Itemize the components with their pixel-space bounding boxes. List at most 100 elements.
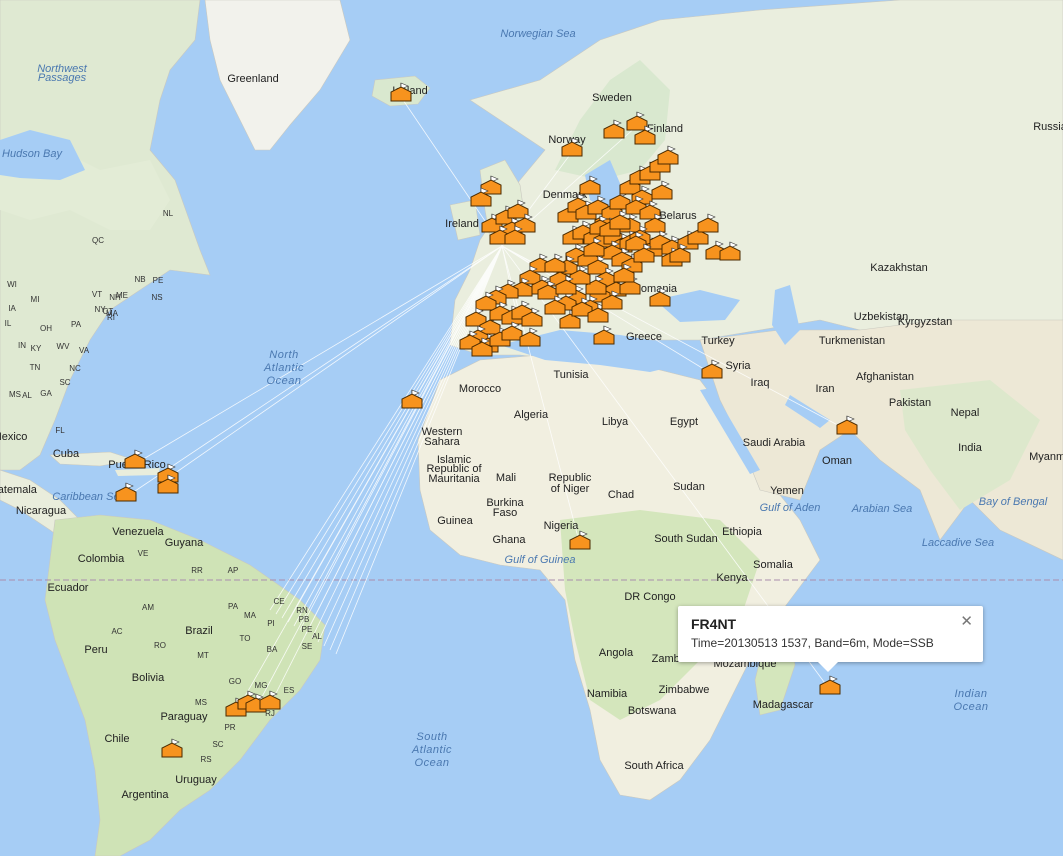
- state-label: FL: [55, 426, 65, 435]
- state-label: RJ: [265, 709, 275, 718]
- state-label: IN: [18, 341, 26, 350]
- state-label: PA: [71, 320, 82, 329]
- country-label: Oman: [822, 455, 852, 467]
- state-label: AC: [111, 627, 122, 636]
- state-label: RO: [154, 641, 166, 650]
- country-label: Afghanistan: [856, 371, 914, 383]
- country-label: Faso: [493, 507, 517, 519]
- contact-details: Time=20130513 1537, Band=6m, Mode=SSB: [691, 636, 934, 650]
- country-label: Namibia: [587, 688, 628, 700]
- country-label: Nicaragua: [16, 505, 67, 517]
- country-label: Guinea: [437, 515, 473, 527]
- state-label: AL: [312, 632, 322, 641]
- state-label: BA: [267, 645, 278, 654]
- state-label: WI: [7, 280, 17, 289]
- sea-label: Norwegian Sea: [500, 28, 575, 40]
- state-label: MA: [244, 611, 257, 620]
- country-label: Colombia: [78, 553, 125, 565]
- state-label: RN: [296, 606, 308, 615]
- country-label: Bolivia: [132, 672, 165, 684]
- state-label: SC: [59, 378, 70, 387]
- sea-label: Arabian Sea: [851, 503, 913, 515]
- state-label: NS: [151, 293, 162, 302]
- ocean-label: Atlantic: [263, 362, 304, 374]
- ocean-label: Ocean: [415, 757, 450, 769]
- country-label: Venezuela: [112, 526, 164, 538]
- country-label: Ethiopia: [722, 526, 763, 538]
- country-label: South Africa: [624, 760, 684, 772]
- country-label: Kyrgyzstan: [898, 316, 952, 328]
- state-label: VT: [92, 290, 102, 299]
- state-label: NB: [134, 275, 145, 284]
- state-label: TO: [240, 634, 251, 643]
- callsign-title: FR4NT: [691, 616, 737, 632]
- country-label: Kenya: [716, 572, 748, 584]
- state-label: KY: [31, 344, 42, 353]
- state-label: SE: [302, 642, 313, 651]
- state-label: PE: [302, 625, 313, 634]
- country-label: Iran: [816, 383, 835, 395]
- close-icon[interactable]: ✕: [960, 612, 973, 630]
- country-label: Egypt: [670, 416, 698, 428]
- country-label: Syria: [725, 360, 751, 372]
- country-label: Sweden: [592, 92, 632, 104]
- country-label: Ireland: [445, 218, 479, 230]
- ocean-label: Ocean: [267, 375, 302, 387]
- country-label: of Niger: [551, 483, 590, 495]
- country-label: Argentina: [121, 789, 169, 801]
- country-label: Chile: [104, 733, 129, 745]
- country-label: Algeria: [514, 409, 549, 421]
- country-label: Greenland: [227, 73, 278, 85]
- state-label: NL: [163, 209, 174, 218]
- sea-label: Laccadive Sea: [922, 537, 994, 549]
- country-label: Mauritania: [428, 473, 480, 485]
- country-label: Russia: [1033, 121, 1063, 133]
- state-label: IA: [8, 304, 16, 313]
- country-label: Uruguay: [175, 774, 217, 786]
- state-label: MA: [106, 309, 119, 318]
- country-label: South Sudan: [654, 533, 718, 545]
- country-label: Nepal: [951, 407, 980, 419]
- world-map[interactable]: GreenlandIcelandSwedenNorwayFinlandIrela…: [0, 0, 1063, 856]
- country-label: Ecuador: [48, 582, 89, 594]
- country-label: Madagascar: [753, 699, 814, 711]
- state-label: GO: [229, 677, 241, 686]
- info-window: FR4NT Time=20130513 1537, Band=6m, Mode=…: [678, 606, 983, 672]
- country-label: Tunisia: [553, 369, 589, 381]
- state-label: PR: [224, 723, 235, 732]
- state-label: CE: [273, 597, 284, 606]
- country-label: Somalia: [753, 559, 794, 571]
- state-label: PI: [267, 619, 275, 628]
- state-label: WV: [57, 342, 71, 351]
- country-label: Mexico: [0, 431, 27, 443]
- state-label: AL: [22, 391, 32, 400]
- country-label: Sudan: [673, 481, 705, 493]
- country-label: Myanmar: [1029, 451, 1063, 463]
- state-label: RR: [191, 566, 203, 575]
- sea-label: Passages: [38, 72, 87, 84]
- sea-label: Gulf of Aden: [760, 502, 821, 514]
- country-label: Libya: [602, 416, 629, 428]
- country-label: Sahara: [424, 436, 460, 448]
- ocean-label: Ocean: [954, 701, 989, 713]
- country-label: India: [958, 442, 983, 454]
- country-label: Paraguay: [160, 711, 208, 723]
- country-label: Morocco: [459, 383, 501, 395]
- country-label: Peru: [84, 644, 107, 656]
- country-label: Guatemala: [0, 484, 38, 496]
- country-label: Kazakhstan: [870, 262, 927, 274]
- country-label: Iraq: [751, 377, 770, 389]
- state-label: MI: [31, 295, 40, 304]
- state-label: TN: [30, 363, 41, 372]
- state-label: QC: [92, 236, 104, 245]
- state-label: MS: [9, 390, 21, 399]
- ocean-label: Indian: [955, 688, 988, 700]
- state-label: PB: [299, 615, 310, 624]
- sea-label: Caribbean Sea: [52, 491, 125, 503]
- state-label: VE: [138, 549, 149, 558]
- country-label: Saudi Arabia: [743, 437, 806, 449]
- state-label: MS: [195, 698, 207, 707]
- country-label: Nigeria: [544, 520, 580, 532]
- country-label: Mali: [496, 472, 516, 484]
- state-label: AM: [142, 603, 154, 612]
